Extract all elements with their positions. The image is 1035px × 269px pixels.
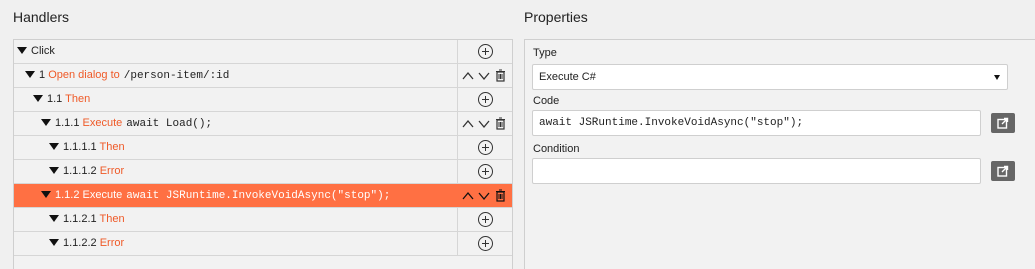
row-actions	[457, 160, 512, 183]
row-actions	[457, 40, 512, 63]
triangle-down-icon[interactable]	[25, 70, 35, 78]
action-keyword: Error	[99, 237, 125, 249]
tree-row[interactable]: Click	[14, 40, 512, 64]
trash-icon[interactable]	[495, 117, 507, 130]
code-input[interactable]: await JSRuntime.InvokeVoidAsync("stop");	[532, 110, 981, 136]
handlers-title: Handlers	[13, 9, 70, 25]
condition-input[interactable]	[532, 158, 981, 184]
tree-row[interactable]: 1 Open dialog to/person-item/:id	[14, 64, 512, 88]
code-label: Code	[533, 95, 560, 107]
action-code: await JSRuntime.InvokeVoidAsync("stop");	[126, 190, 391, 202]
tree-row-content: 1.1.1 Execute await Load();	[14, 112, 458, 135]
row-actions	[457, 208, 512, 231]
properties-panel: Type Execute C# Code await JSRuntime.Inv…	[524, 39, 1035, 269]
tree-row-content: 1.1.1.1 Then	[14, 136, 458, 159]
chevron-up-icon[interactable]	[462, 70, 474, 82]
step-number: 1	[39, 69, 46, 81]
row-actions	[457, 232, 512, 255]
type-select-value: Execute C#	[539, 71, 596, 83]
triangle-down-icon[interactable]	[49, 214, 59, 222]
properties-title: Properties	[524, 9, 588, 25]
step-number: 1.1.1.2	[63, 165, 97, 177]
plus-circle-icon[interactable]	[478, 44, 493, 59]
triangle-down-icon[interactable]	[49, 166, 59, 174]
tree-row[interactable]: 1.1.2.1 Then	[14, 208, 512, 232]
action-keyword: Execute	[82, 117, 123, 129]
trash-icon[interactable]	[495, 69, 507, 82]
action-code: await Load();	[126, 118, 213, 130]
step-number: 1.1.1	[55, 117, 80, 129]
step-number: 1.1.2.2	[63, 237, 97, 249]
step-number: 1.1.2.1	[63, 213, 97, 225]
open-condition-editor-button[interactable]	[991, 161, 1015, 181]
triangle-down-icon[interactable]	[41, 118, 51, 126]
chevron-down-icon[interactable]	[478, 70, 490, 82]
plus-circle-icon[interactable]	[478, 92, 493, 107]
tree-row-content: 1 Open dialog to/person-item/:id	[14, 64, 458, 87]
tree-row-content: 1.1.1.2 Error	[14, 160, 458, 183]
tree-row[interactable]: 1.1.2.2 Error	[14, 232, 512, 256]
plus-circle-icon[interactable]	[478, 140, 493, 155]
action-keyword: Then	[65, 93, 91, 105]
step-number: 1.1.2	[55, 189, 80, 201]
chevron-down-icon[interactable]	[478, 190, 490, 202]
tree-row[interactable]: 1.1.1 Execute await Load();	[14, 112, 512, 136]
tree-row[interactable]: 1.1.1.1 Then	[14, 136, 512, 160]
chevron-down-icon[interactable]	[478, 118, 490, 130]
handlers-tree: Click 1 Open dialog to/person-item/:id 1.1…	[13, 39, 513, 269]
triangle-down-icon[interactable]	[49, 142, 59, 150]
tree-row[interactable]: 1.1 Then	[14, 88, 512, 112]
external-link-icon	[997, 117, 1009, 129]
tree-row-content: Click	[14, 40, 458, 63]
chevron-down-icon	[994, 75, 1000, 80]
tree-row[interactable]: 1.1.1.2 Error	[14, 160, 512, 184]
action-keyword: Error	[99, 165, 125, 177]
action-keyword: Open dialog to	[48, 69, 120, 81]
action-keyword: Then	[99, 213, 125, 225]
triangle-down-icon[interactable]	[49, 238, 59, 246]
row-actions	[457, 64, 512, 87]
tree-row-content: 1.1 Then	[14, 88, 458, 111]
chevron-up-icon[interactable]	[462, 190, 474, 202]
step-number: 1.1	[47, 93, 63, 105]
tree-row[interactable]: 1.1.2 Execute await JSRuntime.InvokeVoidA…	[14, 184, 512, 208]
tree-row-content: 1.1.2.2 Error	[14, 232, 458, 255]
open-code-editor-button[interactable]	[991, 113, 1015, 133]
triangle-down-icon[interactable]	[33, 94, 43, 102]
external-link-icon	[997, 165, 1009, 177]
plus-circle-icon[interactable]	[478, 212, 493, 227]
triangle-down-icon[interactable]	[41, 190, 51, 198]
action-keyword: Then	[99, 141, 125, 153]
plus-circle-icon[interactable]	[478, 164, 493, 179]
row-actions	[457, 88, 512, 111]
action-keyword: Execute	[82, 189, 123, 201]
type-select[interactable]: Execute C#	[532, 64, 1008, 90]
chevron-up-icon[interactable]	[462, 118, 474, 130]
plus-circle-icon[interactable]	[478, 236, 493, 251]
step-number: 1.1.1.1	[63, 141, 97, 153]
type-label: Type	[533, 47, 557, 59]
tree-row-content: 1.1.2.1 Then	[14, 208, 458, 231]
tree-row-content: 1.1.2 Execute await JSRuntime.InvokeVoidA…	[14, 184, 458, 207]
action-code: /person-item/:id	[123, 70, 230, 82]
trash-icon[interactable]	[495, 189, 507, 202]
triangle-down-icon[interactable]	[17, 46, 27, 54]
condition-label: Condition	[533, 143, 580, 155]
row-actions	[457, 136, 512, 159]
row-actions	[457, 184, 512, 207]
event-label: Click	[31, 45, 55, 57]
row-actions	[457, 112, 512, 135]
